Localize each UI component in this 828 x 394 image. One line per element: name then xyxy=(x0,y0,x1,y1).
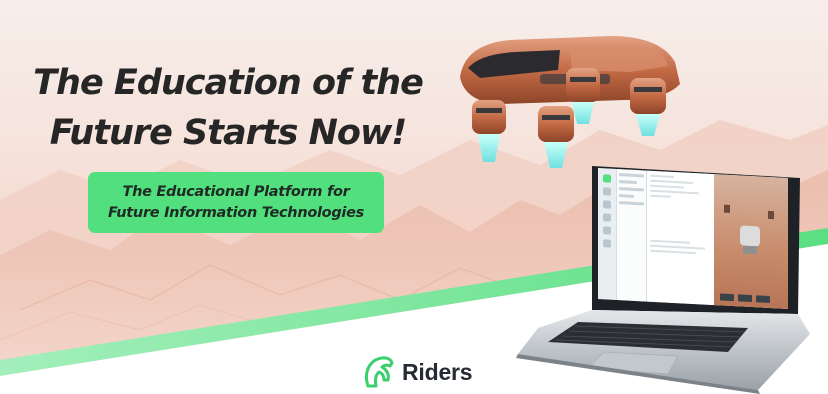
laptop-screen xyxy=(598,168,788,309)
view-control-icon xyxy=(738,294,752,303)
nav-icon xyxy=(603,213,611,222)
code-line xyxy=(650,239,690,244)
panel-line xyxy=(619,194,634,198)
robot-drone-image xyxy=(460,36,680,168)
code-line xyxy=(650,174,675,179)
code-editor xyxy=(647,170,714,306)
subtitle-line-2: Future Information Technologies xyxy=(108,204,364,221)
code-line xyxy=(650,249,696,255)
riders-logo: Riders xyxy=(360,354,473,390)
laptop-simulator-image xyxy=(508,158,818,394)
code-line xyxy=(650,184,684,189)
code-line xyxy=(650,244,705,250)
headline-line-2: Future Starts Now! xyxy=(49,113,408,153)
code-line xyxy=(650,189,699,195)
nav-icon xyxy=(603,226,611,235)
subtitle-line-1: The Educational Platform for xyxy=(122,183,350,200)
subtitle-box: The Educational Platform for Future Info… xyxy=(88,172,384,233)
brand-name: Riders xyxy=(402,358,473,385)
headline: The Education of the Future Starts Now! xyxy=(18,58,438,158)
view-control-icon xyxy=(720,293,734,302)
promo-banner: The Education of the Future Starts Now! … xyxy=(0,0,828,394)
panel-line xyxy=(619,201,644,206)
robot-preview-image xyxy=(724,204,774,255)
nav-icon xyxy=(603,239,611,248)
app-sidebar xyxy=(598,168,617,301)
panel-line xyxy=(619,173,644,178)
view-control-icon xyxy=(756,295,770,304)
panel-line xyxy=(619,187,644,192)
nav-icon xyxy=(603,174,611,183)
simulation-view xyxy=(714,174,788,309)
headline-line-1: The Education of the xyxy=(33,63,424,103)
horse-head-icon xyxy=(364,356,394,388)
nav-icon xyxy=(603,187,611,196)
nav-icon xyxy=(603,200,611,209)
app-panel xyxy=(617,169,647,302)
panel-line xyxy=(619,180,637,185)
code-line xyxy=(650,179,693,184)
code-line xyxy=(650,194,672,198)
